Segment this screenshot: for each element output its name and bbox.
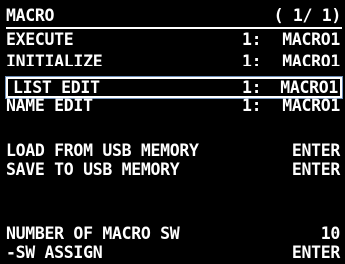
macro-value: MACRO1 [282,53,340,66]
menu-title-row: MACRO ( 1/ 1) [0,7,345,25]
menu-item-load-usb[interactable]: LOAD FROM USB MEMORY ENTER [0,142,345,160]
menu-item-save-usb[interactable]: SAVE TO USB MEMORY ENTER [0,161,345,179]
macro-number: 1: [242,30,262,49]
enter-value: ENTER [291,243,340,262]
menu-item-label: -SW ASSIGN [6,243,103,262]
menu-item-label: NAME EDIT [6,96,93,115]
macro-number: 1: [242,96,262,115]
macro-sw-count: 10 [320,224,341,243]
macro-value: MACRO1 [282,30,340,49]
menu-item-label: INITIALIZE [6,53,103,66]
menu-item-label: LOAD FROM USB MEMORY [6,141,199,160]
macro-number: 1: [242,53,262,66]
menu-item-name-edit[interactable]: NAME EDIT 1: MACRO1 [0,97,345,115]
menu-item-list-edit[interactable]: LIST EDIT 1: MACRO1 [5,76,343,99]
menu-item-initialize[interactable]: INITIALIZE 1: MACRO1 [0,53,345,66]
macro-number: 1: [242,78,262,97]
enter-value: ENTER [291,141,340,160]
menu-item-number-of-macro-sw[interactable]: NUMBER OF MACRO SW 10 [0,225,345,243]
menu-item-label: EXECUTE [6,30,74,49]
macro-menu-screen: MACRO ( 1/ 1) EXECUTE 1: MACRO1 INITIALI… [0,0,345,264]
menu-item-label: NUMBER OF MACRO SW [6,224,180,243]
macro-value: MACRO1 [282,96,340,115]
title-divider [6,27,342,29]
menu-item-execute[interactable]: EXECUTE 1: MACRO1 [0,31,345,49]
page-title: MACRO [6,6,55,25]
enter-value: ENTER [291,160,340,179]
macro-value: MACRO1 [280,78,338,97]
page-indicator: ( 1/ 1) [273,6,342,25]
menu-item-label: SAVE TO USB MEMORY [6,160,180,179]
menu-item-sw-assign[interactable]: -SW ASSIGN ENTER [0,244,345,262]
menu-item-label: LIST EDIT [13,78,100,97]
